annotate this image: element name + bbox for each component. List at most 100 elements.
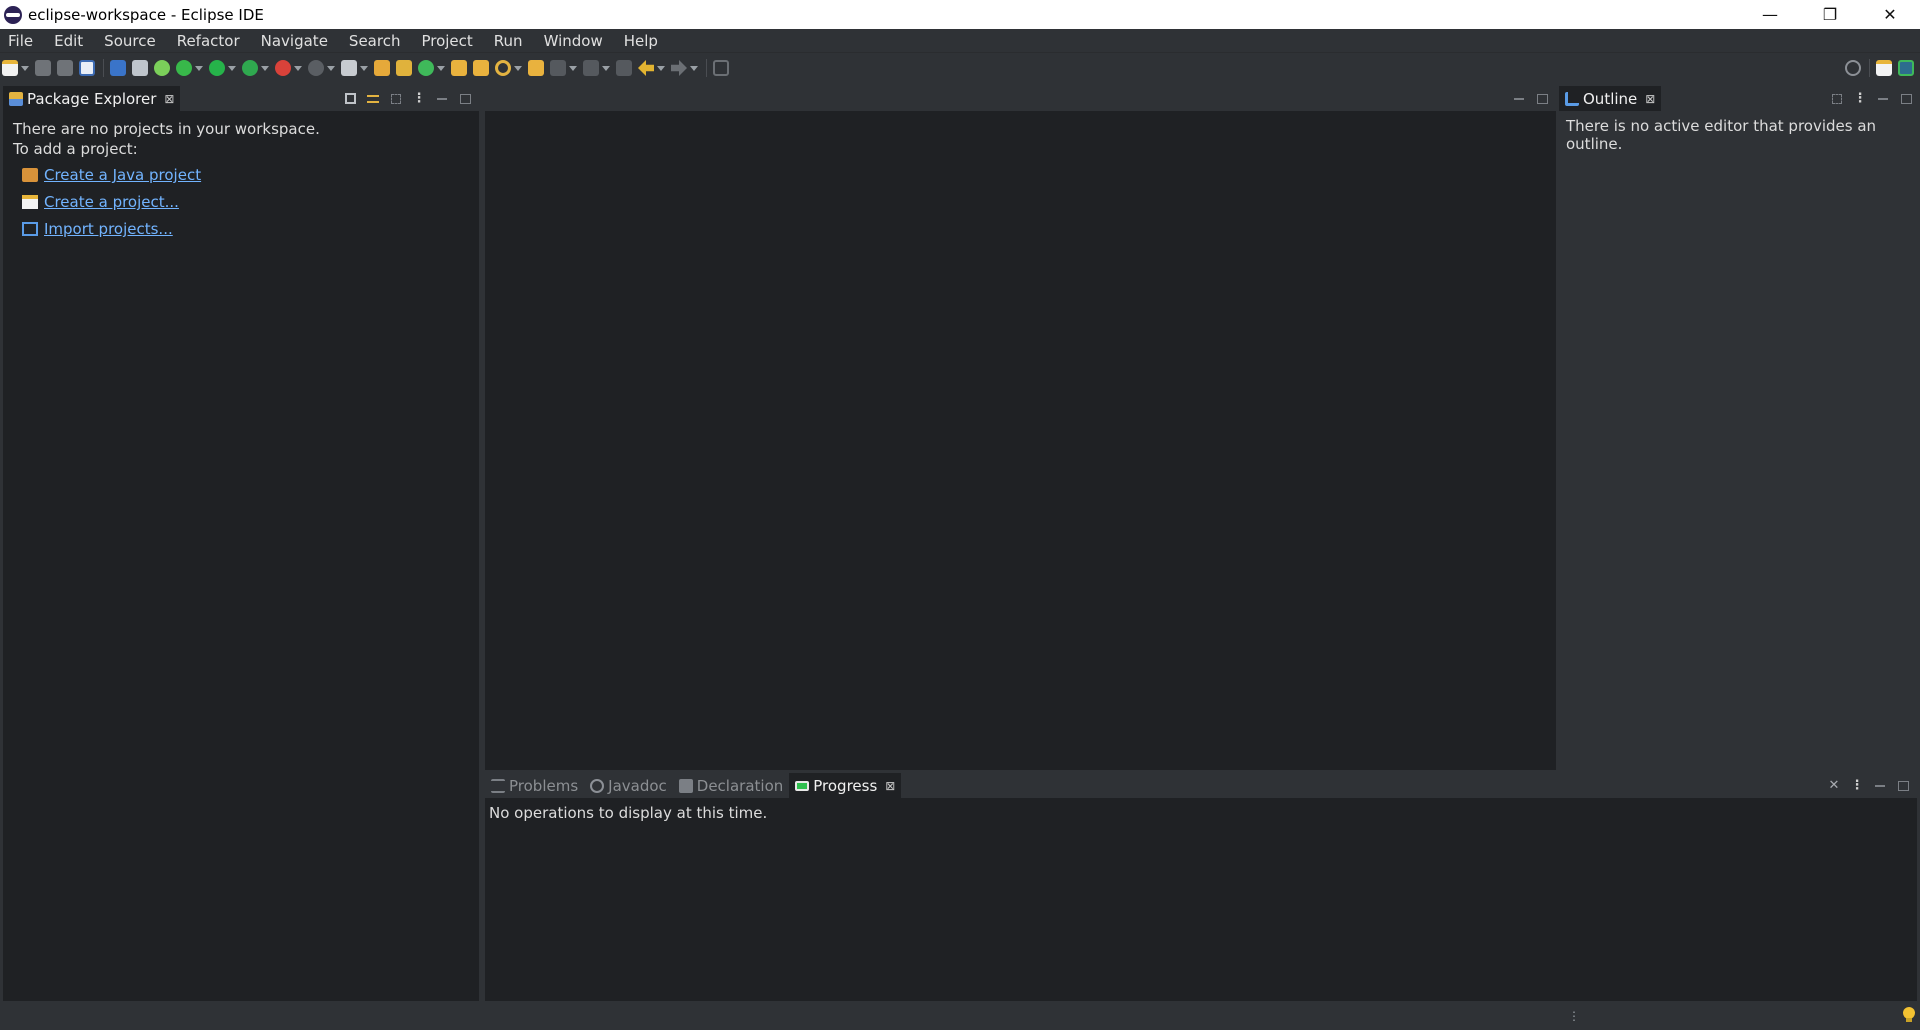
maximize-icon[interactable]: [1896, 89, 1916, 109]
package-explorer-icon: [9, 91, 23, 106]
tab-progress[interactable]: Progress ⊠: [789, 773, 902, 798]
next-annotation-button[interactable]: [583, 59, 610, 77]
progress-icon: [795, 780, 810, 791]
main-toolbar: [0, 53, 1920, 83]
skip-breakpoints-button[interactable]: [110, 59, 126, 77]
status-grip-icon[interactable]: ⋮: [1568, 1009, 1580, 1023]
arrow-left-icon: [638, 60, 654, 76]
minimize-icon[interactable]: [1509, 89, 1529, 109]
java-perspective-button[interactable]: [1898, 59, 1914, 77]
debug-button[interactable]: [176, 59, 203, 77]
create-java-project-link-row[interactable]: Create a Java project: [22, 164, 469, 186]
close-icon[interactable]: ⊠: [1645, 92, 1655, 106]
view-menu-button[interactable]: ⋮: [1850, 89, 1870, 109]
maximize-icon[interactable]: [455, 89, 475, 109]
last-edit-location-button[interactable]: [616, 59, 632, 77]
open-type-button[interactable]: [451, 59, 467, 77]
lightbulb-icon[interactable]: [1902, 1006, 1916, 1024]
close-icon[interactable]: ⊠: [885, 779, 895, 793]
tab-declaration[interactable]: Declaration: [673, 773, 789, 798]
menu-refactor[interactable]: Refactor: [168, 29, 252, 53]
minimize-icon[interactable]: [432, 89, 452, 109]
minimize-icon[interactable]: [1870, 776, 1890, 796]
save-button[interactable]: [35, 59, 51, 77]
forward-button[interactable]: [671, 59, 698, 77]
external-tools-button[interactable]: [275, 59, 302, 77]
chevron-down-icon: [690, 65, 698, 71]
hierarchy-icon: [132, 60, 148, 76]
at-sign-icon: [590, 778, 605, 793]
tab-problems[interactable]: Problems: [485, 773, 584, 798]
view-menu-button[interactable]: ⋮: [1847, 776, 1867, 796]
minimize-icon[interactable]: [1873, 89, 1893, 109]
maximize-icon[interactable]: [1532, 89, 1552, 109]
new-java-package-button[interactable]: [374, 59, 390, 77]
view-menu-button[interactable]: ⋮: [409, 89, 429, 109]
open-type-hierarchy-button[interactable]: [132, 59, 148, 77]
import-projects-link[interactable]: Import projects...: [44, 220, 173, 238]
toggle-mark-occurrences-button[interactable]: [550, 59, 577, 77]
menu-search[interactable]: Search: [340, 29, 413, 53]
play-icon: [209, 60, 225, 76]
new-java-class-button[interactable]: [396, 59, 412, 77]
import-projects-link-row[interactable]: Import projects...: [22, 218, 469, 240]
back-button[interactable]: [638, 59, 665, 77]
tab-package-explorer[interactable]: Package Explorer ⊠: [3, 86, 181, 111]
chevron-down-icon: [657, 65, 665, 71]
close-window-button[interactable]: ✕: [1860, 0, 1920, 29]
save-all-button[interactable]: [57, 59, 73, 77]
create-project-link[interactable]: Create a project...: [44, 193, 179, 211]
menu-file[interactable]: File: [0, 29, 45, 53]
collapse-all-button[interactable]: [340, 89, 360, 109]
new-java-element-button[interactable]: [418, 59, 445, 77]
package-explorer-body: There are no projects in your workspace.…: [3, 111, 479, 1001]
menu-window[interactable]: Window: [535, 29, 615, 53]
create-java-project-link[interactable]: Create a Java project: [44, 166, 201, 184]
no-operations-message: No operations to display at this time.: [489, 804, 768, 822]
pin-editor-button[interactable]: [713, 59, 729, 77]
close-icon[interactable]: ⊠: [164, 92, 174, 106]
build-button[interactable]: [154, 59, 170, 77]
eclipse-logo-icon: [4, 5, 22, 24]
bottom-panel-header: Problems Javadoc Declaration Progress ⊠ …: [485, 773, 1917, 798]
minimize-window-button[interactable]: —: [1740, 0, 1800, 29]
link-with-editor-button[interactable]: [363, 89, 383, 109]
menu-project[interactable]: Project: [412, 29, 484, 53]
run-button[interactable]: [209, 59, 236, 77]
link-with-editor-icon: [367, 94, 379, 103]
menu-help[interactable]: Help: [615, 29, 670, 53]
toolbar-separator: [1869, 59, 1870, 77]
menu-source[interactable]: Source: [95, 29, 168, 53]
editor-body[interactable]: [485, 111, 1556, 770]
open-perspective-button[interactable]: [1876, 59, 1892, 77]
tab-label: Package Explorer: [27, 89, 157, 108]
focus-button[interactable]: [1827, 89, 1847, 109]
menu-navigate[interactable]: Navigate: [252, 29, 340, 53]
external-tools-icon: [275, 60, 291, 76]
menu-run[interactable]: Run: [485, 29, 535, 53]
open-type-icon: [451, 60, 467, 76]
focus-icon: [391, 93, 401, 104]
search-button[interactable]: [495, 59, 522, 77]
new-button[interactable]: [2, 59, 29, 77]
new-file-icon: [2, 60, 18, 76]
open-task-button[interactable]: [473, 59, 489, 77]
open-console-button[interactable]: [79, 59, 95, 77]
global-search-button[interactable]: [1845, 59, 1861, 77]
editor-header: [485, 86, 1556, 111]
focus-button[interactable]: [386, 89, 406, 109]
maximize-icon[interactable]: [1893, 776, 1913, 796]
coverage-button[interactable]: [242, 59, 269, 77]
tab-javadoc[interactable]: Javadoc: [584, 773, 673, 798]
step-button[interactable]: [341, 59, 368, 77]
menu-edit[interactable]: Edit: [45, 29, 95, 53]
status-bar: ⋮: [0, 1001, 1920, 1030]
green-class-icon: [418, 60, 434, 76]
annotation-button[interactable]: [528, 59, 544, 77]
remove-all-button[interactable]: ✕: [1824, 776, 1844, 796]
new-project-icon: [22, 195, 38, 209]
restore-window-button[interactable]: ❐: [1800, 0, 1860, 29]
create-project-link-row[interactable]: Create a project...: [22, 191, 469, 213]
tab-outline[interactable]: Outline ⊠: [1559, 86, 1662, 111]
stop-button[interactable]: [308, 59, 335, 77]
